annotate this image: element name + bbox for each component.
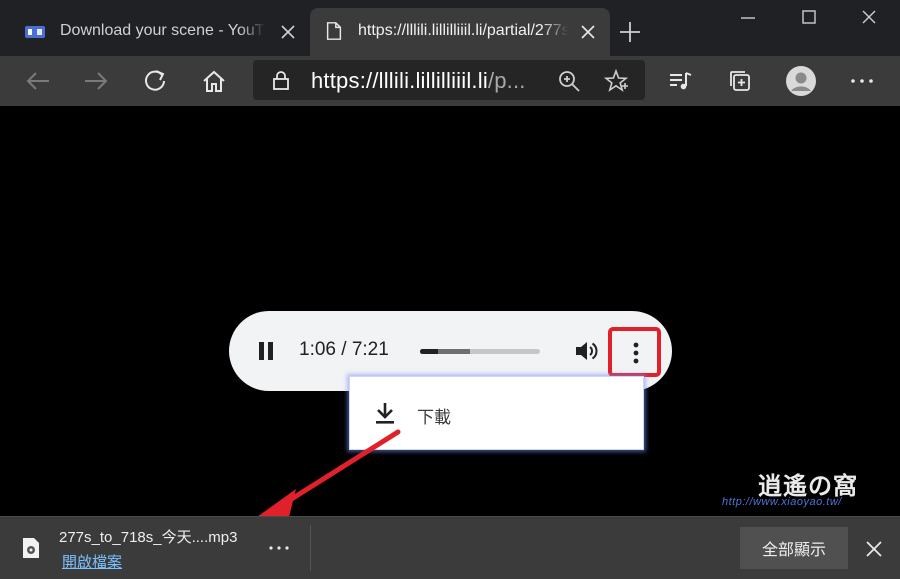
vertical-ellipsis-icon (633, 342, 639, 364)
tab-youtube[interactable]: Download your scene - YouTube (8, 8, 310, 56)
collections-icon (730, 71, 750, 91)
refresh-button[interactable] (137, 64, 173, 98)
back-arrow-icon (26, 72, 49, 90)
page-icon (326, 22, 342, 40)
download-icon[interactable] (374, 401, 396, 425)
tab-partial[interactable]: https://lllili.lillilliiil.li/partial/27… (310, 8, 610, 56)
played-bar (420, 349, 438, 354)
profile-button[interactable] (783, 64, 819, 98)
avatar-icon (786, 66, 816, 96)
back-button[interactable] (20, 64, 56, 98)
minimize-icon[interactable] (733, 6, 763, 30)
url-text[interactable]: https://lllili.lillilliiil.li/p... (311, 68, 531, 94)
close-tab-icon[interactable] (578, 22, 598, 42)
pause-icon[interactable] (257, 341, 275, 361)
close-tab-icon[interactable] (278, 22, 298, 42)
player-options-menu: 下載 (349, 376, 644, 450)
home-icon (203, 70, 225, 92)
watermark-url: http://www.xiaoyao.tw/ (722, 496, 842, 508)
address-bar[interactable]: https://lllili.lillilliiil.li/p... (253, 60, 645, 100)
url-path: /p... (487, 68, 526, 93)
youtube-favicon-icon (25, 26, 45, 38)
forward-button[interactable] (78, 64, 114, 98)
forward-arrow-icon (85, 72, 108, 90)
download-filename: 277s_to_718s_今天....mp3 (59, 529, 238, 546)
page-content: 1:06 / 7:21 下載 逍遙の窩 http://www.xiaoyao.t… (0, 106, 900, 516)
toolbar: https://lllili.lillilliiil.li/p... (0, 56, 900, 106)
time-display: 1:06 / 7:21 (299, 339, 389, 360)
open-file-link[interactable]: 開啟檔案 (62, 551, 122, 572)
lock-icon[interactable] (271, 70, 291, 90)
settings-more-button[interactable] (844, 64, 880, 98)
zoom-icon[interactable] (556, 68, 582, 94)
tab-title: Download your scene - YouTube (60, 22, 265, 39)
more-options-button[interactable] (608, 327, 661, 377)
url-host: https://lllili.lillilliiil.li (311, 68, 488, 93)
collections-button[interactable] (722, 64, 758, 98)
home-button[interactable] (196, 64, 232, 98)
playlist-music-icon (670, 72, 692, 90)
seek-bar[interactable] (420, 349, 540, 354)
maximize-icon[interactable] (794, 6, 824, 30)
close-window-icon[interactable] (854, 6, 884, 30)
download-bar: 277s_to_718s_今天....mp3 開啟檔案 全部顯示 (0, 516, 900, 579)
close-download-bar-icon[interactable] (864, 539, 884, 559)
audio-file-icon (23, 538, 39, 558)
download-more-icon[interactable] (266, 539, 292, 557)
download-menu-item[interactable]: 下載 (417, 403, 451, 428)
divider (310, 525, 311, 571)
show-all-button[interactable]: 全部顯示 (740, 527, 848, 569)
watermark: 逍遙の窩 http://www.xiaoyao.tw/ (722, 466, 882, 512)
volume-icon[interactable] (574, 339, 600, 363)
new-tab-icon[interactable] (616, 18, 644, 46)
tab-title: https://lllili.lillilliiil.li/partial/27… (358, 22, 568, 39)
media-button[interactable] (662, 64, 698, 98)
tab-strip: Download your scene - YouTube https://ll… (0, 0, 900, 56)
ellipsis-icon (851, 79, 873, 83)
refresh-icon (145, 70, 165, 91)
favorite-star-icon[interactable] (603, 68, 629, 94)
